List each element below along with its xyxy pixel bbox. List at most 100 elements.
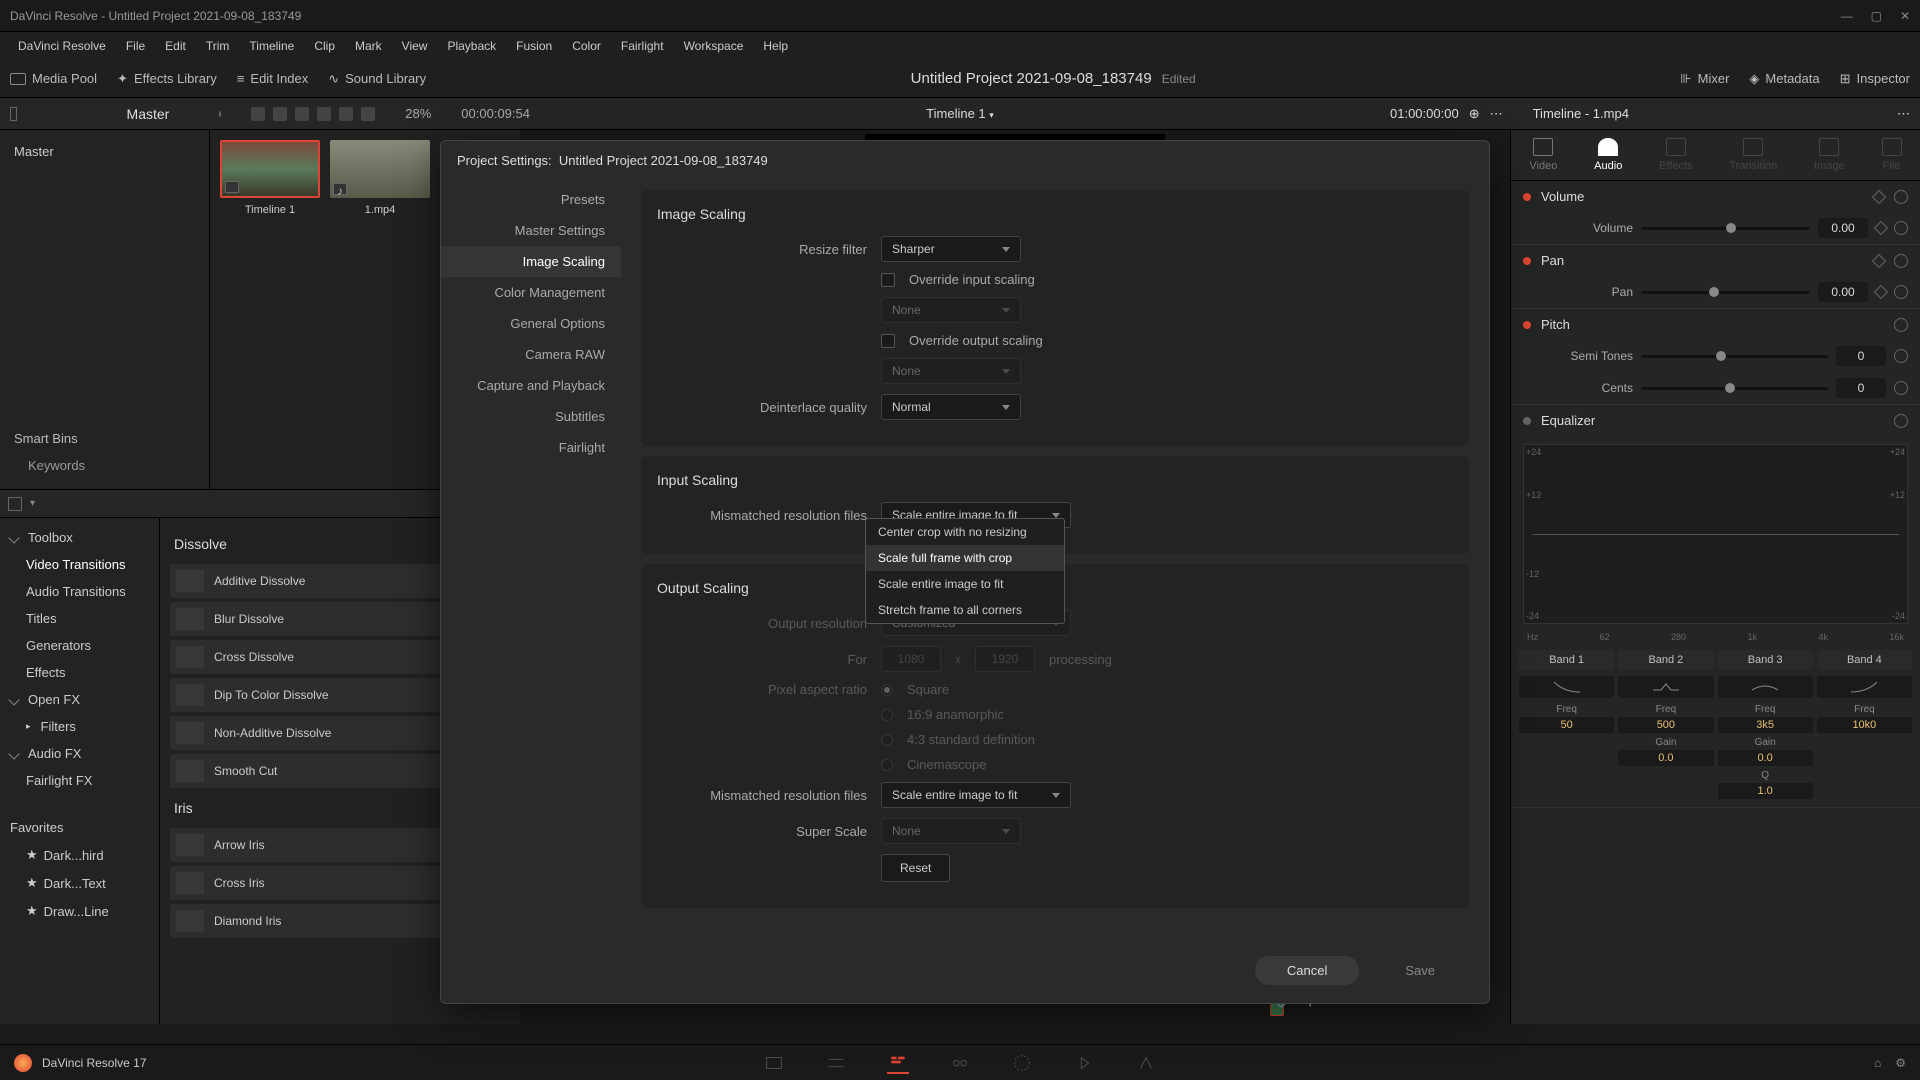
- section-equalizer[interactable]: Equalizer: [1541, 413, 1884, 428]
- color-page-icon[interactable]: [1011, 1052, 1033, 1074]
- fx-cat-audiofx[interactable]: Audio FX: [6, 740, 153, 767]
- band-button[interactable]: Band 1: [1519, 650, 1614, 670]
- reset-icon[interactable]: [1894, 414, 1908, 428]
- par-radio-cinemascope[interactable]: [881, 759, 893, 771]
- band-freq[interactable]: 3k5: [1718, 717, 1813, 733]
- reset-icon[interactable]: [1894, 318, 1908, 332]
- edit-index-button[interactable]: ≡Edit Index: [237, 71, 308, 86]
- band-curve-select[interactable]: [1817, 676, 1912, 698]
- strip-view-icon[interactable]: [251, 107, 265, 121]
- inspector-tab-effects[interactable]: Effects: [1659, 138, 1692, 172]
- inspector-tab-transition[interactable]: Transition: [1729, 138, 1777, 172]
- home-icon[interactable]: ⌂: [1874, 1056, 1881, 1070]
- chevron-down-icon[interactable]: ▾: [989, 110, 994, 120]
- dropdown-option[interactable]: Scale entire image to fit: [866, 571, 1064, 597]
- fx-cat-titles[interactable]: Titles: [6, 605, 153, 632]
- favorite-item[interactable]: ★Dark...Text: [6, 869, 153, 897]
- reset-icon[interactable]: [1894, 190, 1908, 204]
- smart-bin-keywords[interactable]: Keywords: [8, 452, 201, 479]
- reset-button[interactable]: Reset: [881, 854, 950, 882]
- cents-slider[interactable]: [1641, 387, 1828, 390]
- fx-cat-effects[interactable]: Effects: [6, 659, 153, 686]
- menu-fairlight[interactable]: Fairlight: [613, 35, 672, 57]
- settings-gear-icon[interactable]: ⚙: [1895, 1056, 1906, 1070]
- output-height-input[interactable]: 1920: [975, 646, 1035, 672]
- close-icon[interactable]: ✕: [1900, 9, 1910, 23]
- inspector-tab-image[interactable]: Image: [1814, 138, 1845, 172]
- enable-dot[interactable]: [1523, 257, 1531, 265]
- clip-thumb[interactable]: ♪ 1.mp4: [330, 140, 430, 479]
- viewer-zoom[interactable]: 28%: [405, 106, 431, 121]
- edit-page-icon[interactable]: [887, 1052, 909, 1074]
- reset-icon[interactable]: [1894, 349, 1908, 363]
- menu-trim[interactable]: Trim: [198, 35, 238, 57]
- smart-bins-header[interactable]: Smart Bins: [8, 425, 201, 452]
- nav-fairlight[interactable]: Fairlight: [441, 432, 621, 463]
- fx-view-icon[interactable]: [8, 497, 22, 511]
- effects-library-button[interactable]: ✦Effects Library: [117, 71, 217, 87]
- menu-help[interactable]: Help: [755, 35, 796, 57]
- menu-playback[interactable]: Playback: [439, 35, 504, 57]
- fx-cat-generators[interactable]: Generators: [6, 632, 153, 659]
- band-curve-select[interactable]: [1718, 676, 1813, 698]
- clip-thumb[interactable]: Timeline 1: [220, 140, 320, 479]
- fusion-page-icon[interactable]: [949, 1052, 971, 1074]
- viewer-options-icon[interactable]: ⊕: [1469, 106, 1480, 122]
- view-mode-icon[interactable]: [10, 107, 17, 121]
- band-curve-select[interactable]: [1618, 676, 1713, 698]
- par-radio-43[interactable]: [881, 734, 893, 746]
- fx-cat-openfx[interactable]: Open FX: [6, 686, 153, 713]
- nav-presets[interactable]: Presets: [441, 184, 621, 215]
- fx-cat-video-transitions[interactable]: Video Transitions: [6, 551, 153, 578]
- reset-icon[interactable]: [1894, 285, 1908, 299]
- inspector-tab-video[interactable]: Video: [1529, 138, 1557, 172]
- cut-page-icon[interactable]: [825, 1052, 847, 1074]
- metadata-button[interactable]: ◈Metadata: [1749, 71, 1819, 87]
- list-view-icon[interactable]: [295, 107, 309, 121]
- nav-capture-playback[interactable]: Capture and Playback: [441, 370, 621, 401]
- fx-cat-toolbox[interactable]: Toolbox: [6, 524, 153, 551]
- pan-slider[interactable]: [1641, 291, 1810, 294]
- band-freq[interactable]: 10k0: [1817, 717, 1912, 733]
- menu-mark[interactable]: Mark: [347, 35, 390, 57]
- inspector-tab-audio[interactable]: ♪Audio: [1594, 138, 1622, 172]
- enable-dot[interactable]: [1523, 321, 1531, 329]
- maximize-icon[interactable]: ▢: [1871, 9, 1882, 23]
- favorite-item[interactable]: ★Dark...hird: [6, 841, 153, 869]
- viewer-more-icon[interactable]: ⋯: [1490, 106, 1503, 122]
- band-curve-select[interactable]: [1519, 676, 1614, 698]
- favorites-header[interactable]: Favorites: [6, 814, 153, 841]
- override-input-checkbox[interactable]: [881, 273, 895, 287]
- dropdown-option[interactable]: Center crop with no resizing: [866, 519, 1064, 545]
- menu-file[interactable]: File: [118, 35, 153, 57]
- favorite-item[interactable]: ★Draw...Line: [6, 897, 153, 925]
- deliver-page-icon[interactable]: [1135, 1052, 1157, 1074]
- menu-edit[interactable]: Edit: [157, 35, 194, 57]
- pan-value[interactable]: 0.00: [1818, 282, 1868, 302]
- media-page-icon[interactable]: [763, 1052, 785, 1074]
- keyframe-icon[interactable]: [1872, 253, 1886, 267]
- par-radio-169[interactable]: [881, 709, 893, 721]
- dropdown-option[interactable]: Scale full frame with crop: [866, 545, 1064, 571]
- eq-graph[interactable]: +24 +24 +12 +12 -12 -24 -24: [1523, 444, 1908, 624]
- keyframe-icon[interactable]: [1872, 189, 1886, 203]
- fx-cat-audio-transitions[interactable]: Audio Transitions: [6, 578, 153, 605]
- mixer-button[interactable]: ⊪Mixer: [1680, 71, 1729, 87]
- menu-fusion[interactable]: Fusion: [508, 35, 560, 57]
- super-scale-dropdown[interactable]: None: [881, 818, 1021, 844]
- media-pool-button[interactable]: Media Pool: [10, 71, 97, 86]
- nav-master-settings[interactable]: Master Settings: [441, 215, 621, 246]
- volume-value[interactable]: 0.00: [1818, 218, 1868, 238]
- menu-workspace[interactable]: Workspace: [676, 35, 752, 57]
- keyframe-icon[interactable]: [1874, 221, 1888, 235]
- nav-general-options[interactable]: General Options: [441, 308, 621, 339]
- timeline-name[interactable]: Timeline 1: [926, 106, 985, 121]
- search-icon[interactable]: [317, 107, 331, 121]
- reset-icon[interactable]: [1894, 381, 1908, 395]
- more-icon[interactable]: [361, 107, 375, 121]
- reset-icon[interactable]: [1894, 221, 1908, 235]
- fairlight-page-icon[interactable]: [1073, 1052, 1095, 1074]
- sort-icon[interactable]: [339, 107, 353, 121]
- sound-library-button[interactable]: ∿Sound Library: [328, 71, 426, 87]
- nav-camera-raw[interactable]: Camera RAW: [441, 339, 621, 370]
